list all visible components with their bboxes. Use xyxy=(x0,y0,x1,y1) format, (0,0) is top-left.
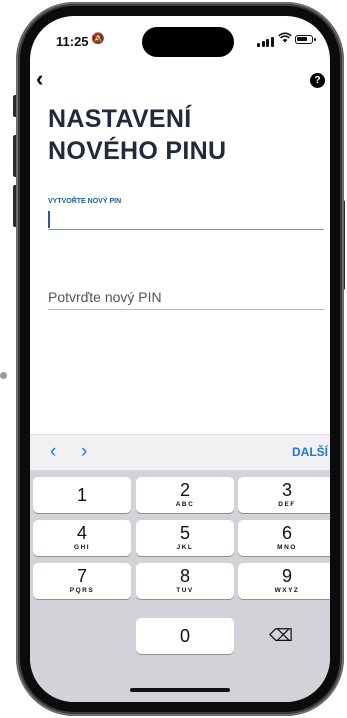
key-letters: GHI xyxy=(73,544,91,551)
cellular-signal-icon xyxy=(257,37,274,47)
battery-icon xyxy=(295,35,316,44)
key-digit: 4 xyxy=(76,523,87,543)
key-6[interactable]: 6 MNO xyxy=(238,520,330,556)
previous-field-chevron-icon[interactable]: ‹ xyxy=(50,441,56,463)
key-letters: DEF xyxy=(278,501,296,508)
key-digit: 5 xyxy=(179,523,190,543)
new-pin-label: VYTVOŘTE NOVÝ PIN xyxy=(48,198,122,205)
delete-icon[interactable]: ⌫ xyxy=(232,618,330,654)
key-letters: PQRS xyxy=(69,587,95,594)
key-1[interactable]: 1 xyxy=(33,477,131,513)
help-icon[interactable]: ? xyxy=(310,73,325,88)
key-letters: TUV xyxy=(176,587,194,594)
status-time: 11:25 xyxy=(56,34,89,49)
numeric-keypad: 1 2 ABC 3 DEF 4 GHI 5 JKL 6 MNO 7 PQRS 8… xyxy=(30,470,330,702)
key-7[interactable]: 7 PQRS xyxy=(33,563,131,599)
back-chevron-icon[interactable]: ‹ xyxy=(36,68,43,90)
key-letters: JKL xyxy=(176,544,194,551)
key-digit: 9 xyxy=(281,566,292,586)
wifi-icon xyxy=(278,32,292,46)
page-title-line2: NOVÉHO PINU xyxy=(48,137,227,165)
key-digit: 0 xyxy=(179,626,190,646)
dynamic-island xyxy=(142,27,234,57)
key-letters: ABC xyxy=(175,501,195,508)
next-field-chevron-icon[interactable]: › xyxy=(81,441,87,463)
key-digit: 2 xyxy=(179,480,190,500)
phone-screen: 11:25 🔕 ‹ ? NASTAVENÍ NOVÉHO PINU VYTVOŘ… xyxy=(30,16,330,702)
silent-bell-icon: 🔕 xyxy=(91,33,105,45)
status-bar: 11:25 🔕 xyxy=(30,16,330,60)
confirm-pin-input[interactable]: Potvrďte nový PIN xyxy=(48,286,324,310)
key-9[interactable]: 9 WXYZ xyxy=(238,563,330,599)
key-0[interactable]: 0 xyxy=(136,618,234,654)
key-2[interactable]: 2 ABC xyxy=(136,477,234,513)
key-4[interactable]: 4 GHI xyxy=(33,520,131,556)
next-button[interactable]: DALŠÍ xyxy=(292,445,328,459)
key-3[interactable]: 3 DEF xyxy=(238,477,330,513)
page-title: NASTAVENÍ NOVÉHO PINU xyxy=(48,103,226,167)
home-indicator[interactable] xyxy=(130,688,230,692)
key-letters: WXYZ xyxy=(274,587,300,594)
keyboard-toolbar: ‹ › DALŠÍ xyxy=(30,434,330,471)
key-letters: MNO xyxy=(277,544,297,551)
new-pin-input[interactable] xyxy=(48,209,324,230)
page-title-line1: NASTAVENÍ xyxy=(48,105,192,133)
text-caret xyxy=(48,211,50,228)
key-digit: 3 xyxy=(281,480,292,500)
background-dot xyxy=(0,372,7,379)
key-digit: 8 xyxy=(179,566,190,586)
key-5[interactable]: 5 JKL xyxy=(136,520,234,556)
key-digit: 7 xyxy=(76,566,87,586)
key-digit: 1 xyxy=(76,485,87,505)
key-digit: 6 xyxy=(281,523,292,543)
key-8[interactable]: 8 TUV xyxy=(136,563,234,599)
